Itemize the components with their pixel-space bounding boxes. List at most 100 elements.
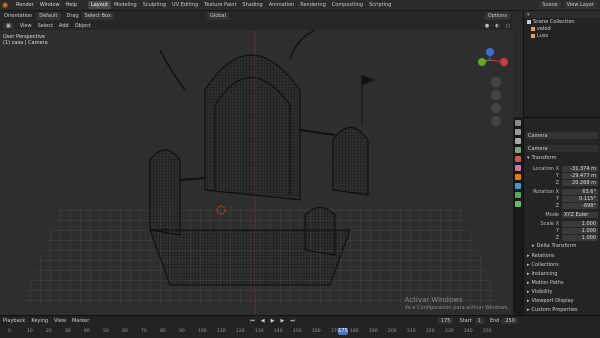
timeline-view-menu[interactable]: View: [51, 318, 69, 324]
scale-y-row[interactable]: Y 1.000: [526, 227, 598, 234]
transform-orientation-dropdown[interactable]: Global: [206, 12, 229, 20]
section-label: Motion Paths: [531, 280, 564, 286]
tab-layout[interactable]: Layout: [87, 1, 111, 9]
location-z-field[interactable]: 20.268 m: [562, 179, 598, 186]
current-frame-field[interactable]: 175: [437, 318, 454, 324]
scale-z-field[interactable]: 1.000: [562, 234, 598, 241]
view-layer-selector[interactable]: View Layer: [563, 1, 597, 9]
location-z-row[interactable]: Z 20.268 m: [526, 179, 598, 186]
shading-solid-icon[interactable]: ●: [482, 23, 492, 29]
tab-texture-paint[interactable]: Texture Paint: [201, 1, 239, 9]
play-icon[interactable]: ▶: [268, 318, 278, 324]
viewport-display-section[interactable]: ▸ Viewport Display: [527, 297, 574, 305]
jump-start-icon[interactable]: ⏮: [247, 318, 258, 324]
tab-data-icon[interactable]: [515, 201, 521, 207]
tab-rendering[interactable]: Rendering: [297, 1, 329, 9]
menu-help[interactable]: Help: [63, 2, 80, 8]
timeline-ruler[interactable]: 175 0 10 20 30 40 50 60 70 80 90 100 110 120 130 140 15…: [0, 328, 600, 338]
options-dropdown[interactable]: Options: [484, 12, 510, 20]
menu-object[interactable]: Object: [72, 23, 94, 29]
rotation-mode-dropdown[interactable]: XYZ Euler: [562, 211, 598, 218]
tab-modeling[interactable]: Modeling: [111, 1, 140, 9]
tab-constraints-icon[interactable]: [515, 192, 521, 198]
menu-view[interactable]: View: [17, 23, 35, 29]
rotation-mode-row[interactable]: Mode XYZ Euler: [526, 211, 598, 218]
scale-x-field[interactable]: 1.000: [562, 220, 598, 227]
viewport-info: User Perspective (1) casa | Camera: [3, 34, 48, 46]
location-x-row[interactable]: Location X -31.374 m: [526, 165, 598, 172]
3d-viewport[interactable]: User Perspective (1) casa | Camera Activ…: [0, 30, 513, 315]
rotation-y-row[interactable]: Y 0.115°: [526, 195, 598, 202]
tab-scripting[interactable]: Scripting: [366, 1, 394, 9]
scale-y-field[interactable]: 1.000: [562, 227, 598, 234]
object-mode-dropdown[interactable]: ▣: [3, 22, 14, 29]
watermark-line1: Activar Windows: [404, 296, 463, 304]
object-data-field[interactable]: Camera: [526, 145, 598, 152]
relations-section[interactable]: ▸ Relations: [527, 252, 554, 260]
tab-world-icon[interactable]: [515, 165, 521, 171]
collections-section[interactable]: ▸ Collections: [527, 261, 559, 269]
timeline: Playback Keying View Marker ⏮ ◀ ▶ ▶ ⏭ 17…: [0, 315, 600, 338]
shading-rendered-icon[interactable]: ○: [503, 23, 513, 29]
tab-uv-editing[interactable]: UV Editing: [169, 1, 201, 9]
end-frame-field[interactable]: 250: [502, 318, 518, 324]
rotation-z-field[interactable]: -698°: [562, 202, 598, 209]
tab-tool-icon[interactable]: [515, 120, 521, 126]
menu-render[interactable]: Render: [13, 2, 37, 8]
timeline-playback-menu[interactable]: Playback: [0, 318, 28, 324]
instancing-section[interactable]: ▸ Instancing: [527, 270, 557, 278]
tab-view-layer-icon[interactable]: [515, 147, 521, 153]
custom-properties-section[interactable]: ▸ Custom Properties: [527, 306, 578, 314]
outliner-scene-collection[interactable]: Scene Collection: [524, 18, 600, 25]
tab-shading[interactable]: Shading: [239, 1, 265, 9]
next-key-icon[interactable]: ▶: [278, 318, 288, 324]
tab-object-icon[interactable]: [515, 174, 521, 180]
end-label: End: [489, 318, 500, 324]
axis-z-label: Z: [555, 234, 559, 241]
viewport-nav-buttons[interactable]: [491, 77, 501, 126]
tab-animation[interactable]: Animation: [266, 1, 298, 9]
tab-output-icon[interactable]: [515, 138, 521, 144]
select-mode-dropdown[interactable]: Select Box: [81, 12, 114, 20]
menu-window[interactable]: Window: [37, 2, 63, 8]
tab-render-icon[interactable]: [515, 129, 521, 135]
menu-select[interactable]: Select: [35, 23, 56, 29]
tab-compositing[interactable]: Compositing: [329, 1, 366, 9]
tab-sculpting[interactable]: Sculpting: [140, 1, 169, 9]
location-x-field[interactable]: -31.374 m: [562, 165, 598, 172]
visibility-section[interactable]: ▸ Visibility: [527, 288, 552, 296]
transform-section-header[interactable]: ▾ Transform: [527, 154, 556, 162]
outliner-item[interactable]: velod: [524, 25, 600, 32]
delta-transform-section[interactable]: ▸ Delta Transform: [532, 242, 576, 250]
scale-x-row[interactable]: Scale X 1.000: [526, 220, 598, 227]
small-tower-wireframe: [304, 207, 336, 256]
object-name-field[interactable]: Camera: [526, 132, 598, 139]
motion-paths-section[interactable]: ▸ Motion Paths: [527, 279, 564, 287]
jump-end-icon[interactable]: ⏭: [287, 318, 298, 324]
menu-add[interactable]: Add: [56, 23, 72, 29]
rotation-y-field[interactable]: 0.115°: [562, 195, 598, 202]
location-y-field[interactable]: -29.477 m: [562, 172, 598, 179]
rotation-x-field[interactable]: 63.6°: [562, 188, 598, 195]
timeline-tick: 80: [160, 329, 166, 334]
timeline-keying-menu[interactable]: Keying: [28, 318, 51, 324]
outliner-item[interactable]: Luss: [524, 32, 600, 39]
navigation-gizmo[interactable]: [478, 48, 508, 66]
rotation-z-row[interactable]: Z -698°: [526, 202, 598, 209]
timeline-marker-menu[interactable]: Marker: [69, 318, 92, 324]
tab-scene-icon[interactable]: [515, 156, 521, 162]
timeline-tick: 140: [274, 329, 283, 334]
prev-key-icon[interactable]: ◀: [258, 318, 268, 324]
left-tower-wireframe: [149, 149, 181, 236]
filter-icon[interactable]: ▾: [527, 12, 530, 18]
location-label: Location X: [532, 165, 559, 172]
shading-material-icon[interactable]: ◐: [492, 23, 502, 29]
blender-logo-icon[interactable]: ◉: [2, 1, 10, 9]
scale-z-row[interactable]: Z 1.000: [526, 234, 598, 241]
location-y-row[interactable]: Y -29.477 m: [526, 172, 598, 179]
start-frame-field[interactable]: 1: [474, 318, 484, 324]
scene-selector[interactable]: Scene: [539, 1, 561, 9]
rotation-x-row[interactable]: Rotation X 63.6°: [526, 188, 598, 195]
orientation-dropdown[interactable]: Default: [36, 12, 61, 20]
tab-modifiers-icon[interactable]: [515, 183, 521, 189]
